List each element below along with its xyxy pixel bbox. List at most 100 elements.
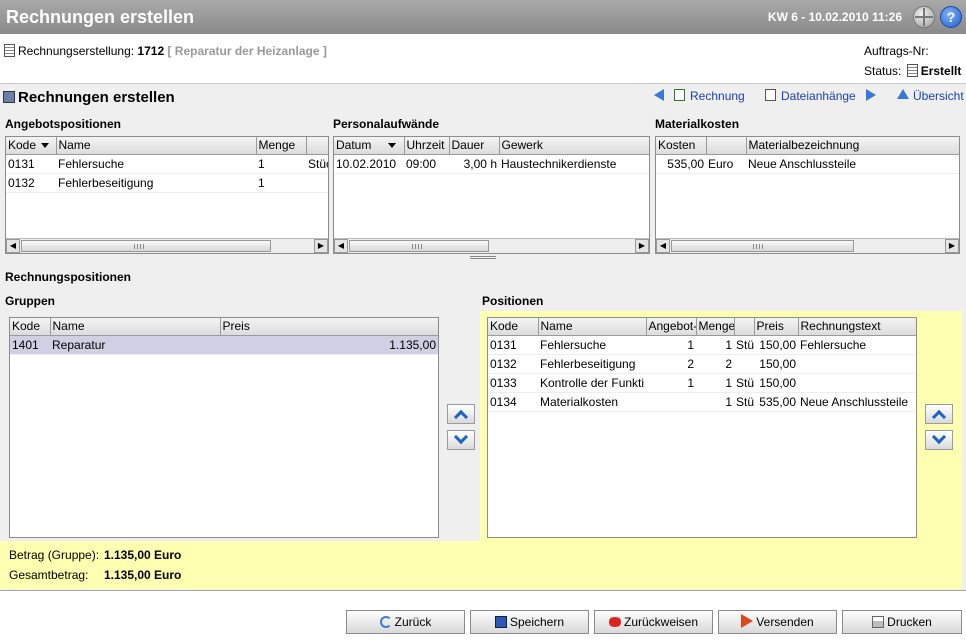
cell-menge: 1 <box>256 173 306 193</box>
column-header-preis[interactable]: Preis <box>220 318 438 336</box>
scroll-thumb[interactable] <box>349 240 489 252</box>
offer-header-row: Kode Name Menge <box>6 137 328 155</box>
column-header-angebot[interactable]: Angebot- <box>646 318 697 336</box>
column-header-kosten[interactable]: Kosten <box>656 137 707 155</box>
invoice-info: Rechnungserstellung: 1712 [ Reparatur de… <box>4 44 327 58</box>
move-group-up-button[interactable] <box>447 404 475 425</box>
cell-kode: 0133 <box>488 373 538 393</box>
table-row[interactable]: 10.02.2010 09:00 3,00 h Haustechnikerdie… <box>334 154 649 174</box>
column-header-kode[interactable]: Kode <box>488 318 539 336</box>
cell-menge: 1 <box>696 373 734 393</box>
material-costs-grid: Kosten Materialbezeichnung 535,00 Euro N… <box>655 136 960 254</box>
resize-splitter[interactable] <box>470 256 496 259</box>
scroll-left-icon[interactable]: ◀ <box>334 239 348 253</box>
cell-unit <box>734 354 754 374</box>
table-row[interactable]: 0131 Fehlersuche 1 Stück <box>6 154 328 174</box>
column-header-materialbezeichnung[interactable]: Materialbezeichnung <box>746 137 959 155</box>
column-header-name[interactable]: Name <box>50 318 221 336</box>
save-label: Speichern <box>509 615 565 629</box>
horizontal-scrollbar[interactable]: ◀ ▶ <box>6 238 328 253</box>
send-label: Versenden <box>756 615 814 629</box>
play-icon <box>741 614 754 628</box>
move-group-down-button[interactable] <box>447 429 475 450</box>
personnel-costs-grid: Datum Uhrzeit Dauer Gewerk 10.02.2010 09… <box>333 136 650 254</box>
arrow-right-icon[interactable] <box>866 89 876 101</box>
column-header-datum[interactable]: Datum <box>334 137 405 155</box>
column-header-dauer[interactable]: Dauer <box>449 137 500 155</box>
table-row[interactable]: 0132 Fehlerbeseitigung 1 <box>6 173 328 193</box>
arrow-up-icon <box>897 89 909 99</box>
back-button[interactable]: Zurück <box>346 610 465 634</box>
invoice-link[interactable]: Rechnung <box>690 89 745 103</box>
scroll-right-icon[interactable]: ▶ <box>945 239 959 253</box>
table-row[interactable]: 0134 Materialkosten 1 Stü 535,00 Neue An… <box>488 392 916 412</box>
stop-icon <box>608 616 621 628</box>
cell-menge: 1 <box>696 392 734 412</box>
scroll-right-icon[interactable]: ▶ <box>635 239 649 253</box>
overview-link[interactable]: Übersicht <box>913 89 964 103</box>
cell-kode: 0132 <box>6 173 56 193</box>
group-amount-value: 1.135,00 Euro <box>104 548 182 562</box>
cell-name: Fehlerbeseitigung <box>538 354 646 374</box>
total-amount-value: 1.135,00 Euro <box>104 568 182 582</box>
cell-currency: Euro <box>706 154 746 174</box>
horizontal-scrollbar[interactable]: ◀ ▶ <box>334 238 649 253</box>
table-row-selected[interactable]: 1401 Reparatur 1.135,00 <box>10 335 438 355</box>
column-header-kode[interactable]: Kode <box>6 137 57 155</box>
horizontal-scrollbar[interactable]: ◀ ▶ <box>656 238 959 253</box>
status-value: Erstellt <box>920 64 962 78</box>
column-header-uhrzeit[interactable]: Uhrzeit <box>404 137 450 155</box>
scroll-thumb[interactable] <box>671 240 854 252</box>
cell-menge: 1 <box>696 335 734 355</box>
print-button[interactable]: Drucken <box>842 610 962 634</box>
table-row[interactable]: 535,00 Euro Neue Anschlussteile <box>656 154 959 174</box>
column-header-kode[interactable]: Kode <box>10 318 51 336</box>
arrow-left-icon[interactable] <box>654 89 664 101</box>
scroll-thumb[interactable] <box>21 240 271 252</box>
cell-preis: 535,00 <box>754 392 798 412</box>
table-row[interactable]: 0132 Fehlerbeseitigung 2 2 150,00 <box>488 354 916 374</box>
document-icon <box>906 64 918 77</box>
cell-rechnungstext: Fehlersuche <box>798 335 916 355</box>
app-title: Rechnungen erstellen <box>6 7 195 27</box>
cell-rechnungstext <box>798 373 916 393</box>
personnel-costs-title: Personalaufwände <box>333 117 440 131</box>
column-header-unit[interactable] <box>734 318 755 336</box>
form-icon <box>4 44 15 57</box>
move-position-up-button[interactable] <box>925 404 953 425</box>
column-header-rechnungstext[interactable]: Rechnungstext <box>798 318 916 336</box>
column-header-currency[interactable] <box>706 137 747 155</box>
column-header-menge[interactable]: Menge <box>696 318 735 336</box>
globe-icon[interactable] <box>913 6 935 28</box>
reject-label: Zurückweisen <box>623 615 699 629</box>
save-button[interactable]: Speichern <box>470 610 589 634</box>
send-button[interactable]: Versenden <box>718 610 837 634</box>
move-position-down-button[interactable] <box>925 429 953 450</box>
chevron-up-icon <box>931 409 947 425</box>
cell-uhrzeit: 09:00 <box>404 154 449 174</box>
column-header-name[interactable]: Name <box>56 137 257 155</box>
scroll-right-icon[interactable]: ▶ <box>314 239 328 253</box>
cell-angebot: 2 <box>646 354 696 374</box>
column-header-unit[interactable] <box>306 137 328 155</box>
scroll-left-icon[interactable]: ◀ <box>6 239 20 253</box>
cell-unit <box>306 173 328 193</box>
table-row[interactable]: 0131 Fehlersuche 1 1 Stü 150,00 Fehlersu… <box>488 335 916 355</box>
invoice-positions-title: Rechnungspositionen <box>5 270 131 284</box>
column-header-name[interactable]: Name <box>538 318 647 336</box>
edit-icon <box>674 89 685 101</box>
total-amount-label: Gesamtbetrag: <box>9 568 89 582</box>
column-header-gewerk[interactable]: Gewerk <box>499 137 649 155</box>
attachments-link[interactable]: Dateianhänge <box>781 89 856 103</box>
column-header-preis[interactable]: Preis <box>754 318 799 336</box>
scroll-left-icon[interactable]: ◀ <box>656 239 670 253</box>
cell-preis: 1.135,00 <box>220 335 438 355</box>
column-header-menge[interactable]: Menge <box>256 137 307 155</box>
cell-rechnungstext <box>798 354 916 374</box>
reject-button[interactable]: Zurückweisen <box>594 610 713 634</box>
table-row[interactable]: 0133 Kontrolle der Funkti 1 1 Stü 150,00 <box>488 373 916 393</box>
help-icon[interactable]: ? <box>940 6 962 28</box>
material-header-row: Kosten Materialbezeichnung <box>656 137 959 155</box>
cell-menge: 2 <box>696 354 734 374</box>
cell-name: Reparatur <box>50 335 220 355</box>
